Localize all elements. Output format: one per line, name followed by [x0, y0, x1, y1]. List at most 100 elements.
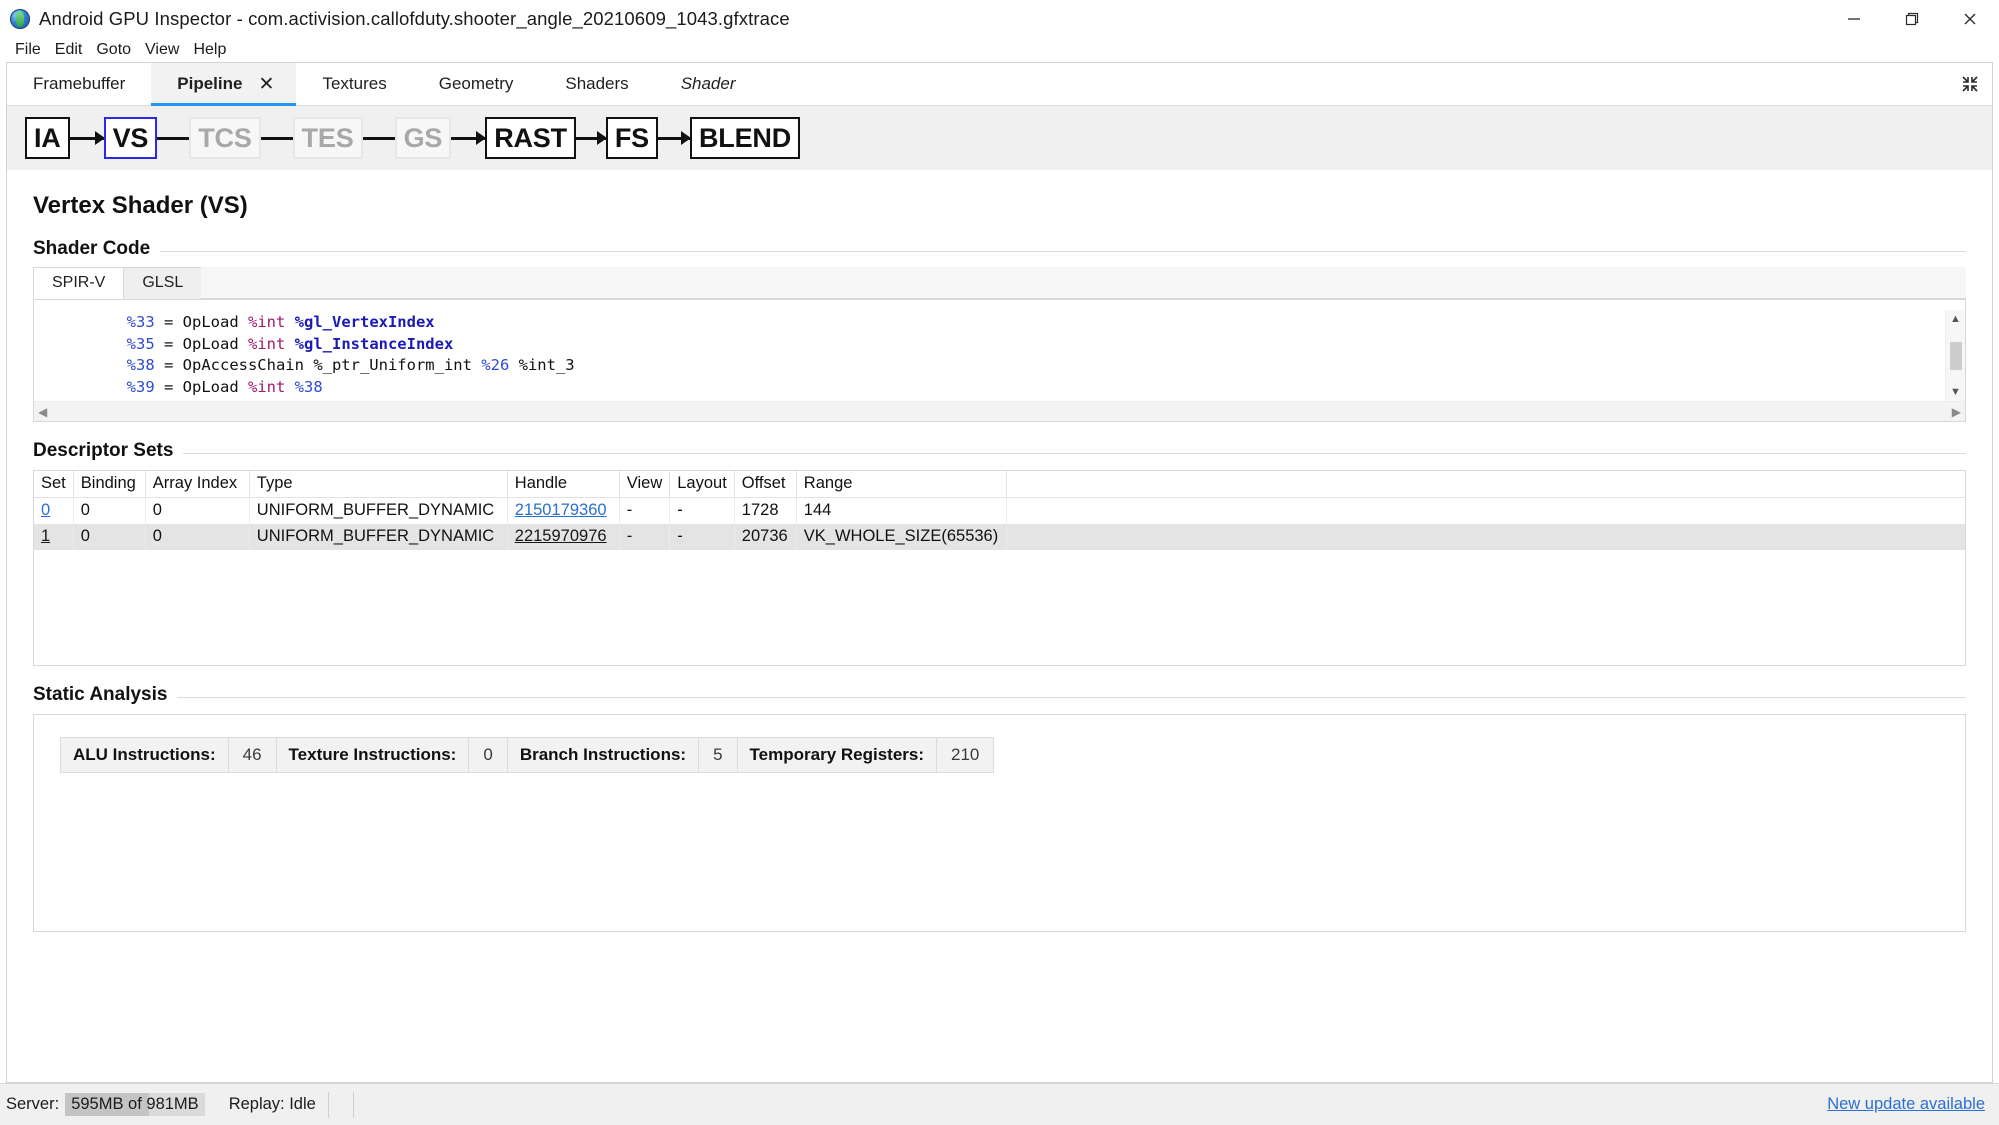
tab-label: Geometry — [438, 74, 514, 93]
tab-label: Shader — [680, 74, 736, 93]
pipeline-connector — [362, 136, 395, 140]
stat-value-temporary-registers: 210 — [937, 738, 994, 772]
column-header-array-index[interactable]: Array Index — [145, 471, 250, 498]
stat-label-alu-instructions: ALU Instructions: — [61, 738, 229, 772]
cell-view: - — [619, 524, 671, 550]
handle-link[interactable]: 2150179360 — [515, 501, 607, 519]
static-analysis-group-label: Static Analysis — [33, 684, 178, 706]
pipeline-stage-ia[interactable]: IA — [25, 117, 70, 159]
pipeline-stage-vs[interactable]: VS — [103, 117, 158, 159]
cell-array-index: 0 — [145, 524, 250, 550]
group-divider — [33, 697, 1966, 698]
pipeline-stage-diagram: IA VS TCS TES GS RAST FS BLEND — [7, 106, 1992, 170]
descriptor-sets-group: Descriptor Sets Set Binding Array Index … — [33, 440, 1966, 666]
static-analysis-stats-row: ALU Instructions: 46 Texture Instruction… — [60, 737, 995, 773]
tab-glsl[interactable]: GLSL — [123, 267, 203, 299]
collapse-icon[interactable] — [1948, 63, 1992, 105]
tabstrip-spacer — [762, 63, 1948, 105]
column-header-handle[interactable]: Handle — [507, 471, 620, 498]
minimize-button[interactable] — [1825, 0, 1883, 38]
cell-offset: 20736 — [734, 524, 797, 550]
tab-framebuffer[interactable]: Framebuffer — [7, 63, 151, 105]
chevron-up-icon[interactable]: ▲ — [1950, 310, 1961, 328]
page-title: Vertex Shader (VS) — [33, 192, 248, 219]
tab-pipeline[interactable]: Pipeline ✕ — [151, 63, 297, 106]
menu-help[interactable]: Help — [186, 39, 233, 61]
static-analysis-group: Static Analysis ALU Instructions: 46 Tex… — [33, 684, 1966, 932]
pipeline-content: IA VS TCS TES GS RAST FS BLEND Vertex Sh… — [7, 106, 1992, 1082]
set-link[interactable]: 1 — [41, 527, 50, 545]
tab-geometry[interactable]: Geometry — [413, 63, 540, 105]
spirv-source-text: %33 = OpLoad %int %gl_VertexIndex %35 = … — [126, 313, 575, 401]
menu-bar: File Edit Goto View Help — [0, 38, 1999, 62]
window-controls — [1825, 0, 1999, 38]
table-header-row: Set Binding Array Index Type Handle View… — [34, 471, 1965, 498]
column-header-range[interactable]: Range — [796, 471, 1007, 498]
column-header-binding[interactable]: Binding — [73, 471, 146, 498]
set-link[interactable]: 0 — [41, 501, 50, 519]
chevron-left-icon[interactable]: ◀ — [38, 405, 47, 419]
tab-shader[interactable]: Shader — [655, 63, 762, 105]
column-header-type[interactable]: Type — [249, 471, 508, 498]
close-icon[interactable]: ✕ — [256, 74, 276, 95]
pipeline-stage-rast[interactable]: RAST — [485, 117, 576, 159]
table-header: Set Binding Array Index Type Handle View… — [34, 471, 1965, 498]
code-vertical-scrollbar[interactable]: ▲ ▼ — [1945, 310, 1965, 401]
stat-label-branch-instructions: Branch Instructions: — [507, 738, 700, 772]
descriptor-sets-group-label: Descriptor Sets — [33, 440, 184, 462]
pipeline-connector — [260, 136, 293, 140]
scrollbar-thumb[interactable] — [1949, 341, 1962, 370]
pipeline-connector-arrow — [69, 136, 104, 140]
shader-code-tab-strip: SPIR-V GLSL — [33, 267, 1966, 300]
new-update-available-link[interactable]: New update available — [1827, 1095, 1999, 1114]
descriptor-sets-table-wrapper: Set Binding Array Index Type Handle View… — [33, 470, 1966, 666]
server-label: Server: — [6, 1095, 60, 1113]
handle-link[interactable]: 2215970976 — [515, 527, 607, 545]
shader-code-viewer: %33 = OpLoad %int %gl_VertexIndex %35 = … — [33, 300, 1966, 422]
table-row[interactable]: 0 0 0 UNIFORM_BUFFER_DYNAMIC 2150179360 … — [34, 497, 1965, 525]
column-header-filler — [1006, 471, 1965, 498]
menu-view[interactable]: View — [138, 39, 186, 61]
restore-button[interactable] — [1883, 0, 1941, 38]
pipeline-stage-tes[interactable]: TES — [292, 117, 363, 159]
tab-textures[interactable]: Textures — [296, 63, 412, 105]
menu-file[interactable]: File — [8, 39, 48, 61]
column-header-layout[interactable]: Layout — [669, 471, 735, 498]
stat-value-branch-instructions: 5 — [699, 738, 738, 772]
menu-edit[interactable]: Edit — [48, 39, 90, 61]
group-divider — [33, 251, 1966, 252]
close-button[interactable] — [1941, 0, 1999, 38]
shader-code-scroll-area[interactable]: %33 = OpLoad %int %gl_VertexIndex %35 = … — [34, 310, 1945, 401]
pipeline-stage-tcs[interactable]: TCS — [189, 117, 261, 159]
window-title: Android GPU Inspector - com.activision.c… — [39, 8, 790, 29]
pipeline-stage-gs[interactable]: GS — [394, 117, 452, 159]
stat-value-alu-instructions: 46 — [228, 738, 277, 772]
server-memory-meter: 595MB of 981MB — [65, 1093, 205, 1116]
column-header-set[interactable]: Set — [34, 471, 74, 498]
menu-goto[interactable]: Goto — [89, 39, 138, 61]
chevron-right-icon[interactable]: ▶ — [1952, 405, 1961, 419]
view-tab-strip: Framebuffer Pipeline ✕ Textures Geometry… — [7, 63, 1992, 106]
server-memory-text: 595MB of 981MB — [71, 1095, 199, 1113]
column-header-view[interactable]: View — [619, 471, 671, 498]
cell-layout: - — [669, 497, 735, 524]
status-bar: Server: 595MB of 981MB Replay: Idle New … — [0, 1083, 1999, 1125]
scrollbar-track[interactable] — [1946, 328, 1965, 383]
stat-label-texture-instructions: Texture Instructions: — [276, 738, 470, 772]
chevron-down-icon[interactable]: ▼ — [1950, 383, 1961, 401]
code-horizontal-scrollbar[interactable]: ◀ ▶ — [34, 401, 1965, 421]
cell-type: UNIFORM_BUFFER_DYNAMIC — [249, 524, 508, 550]
pipeline-stage-blend[interactable]: BLEND — [690, 117, 800, 159]
table-row[interactable]: 1 0 0 UNIFORM_BUFFER_DYNAMIC 2215970976 … — [34, 524, 1965, 550]
pipeline-stage-fs[interactable]: FS — [605, 117, 658, 159]
cell-range: 144 — [796, 497, 1007, 524]
cell-type: UNIFORM_BUFFER_DYNAMIC — [249, 497, 508, 524]
tab-shaders[interactable]: Shaders — [539, 63, 654, 105]
cell-range: VK_WHOLE_SIZE(65536) — [796, 524, 1007, 550]
column-header-offset[interactable]: Offset — [734, 471, 797, 498]
tab-spirv[interactable]: SPIR-V — [33, 267, 125, 299]
server-memory-status: Server: 595MB of 981MB — [0, 1092, 217, 1118]
cell-filler — [1006, 498, 1965, 525]
agi-logo-icon — [10, 9, 30, 29]
descriptor-sets-table: Set Binding Array Index Type Handle View… — [34, 471, 1965, 550]
